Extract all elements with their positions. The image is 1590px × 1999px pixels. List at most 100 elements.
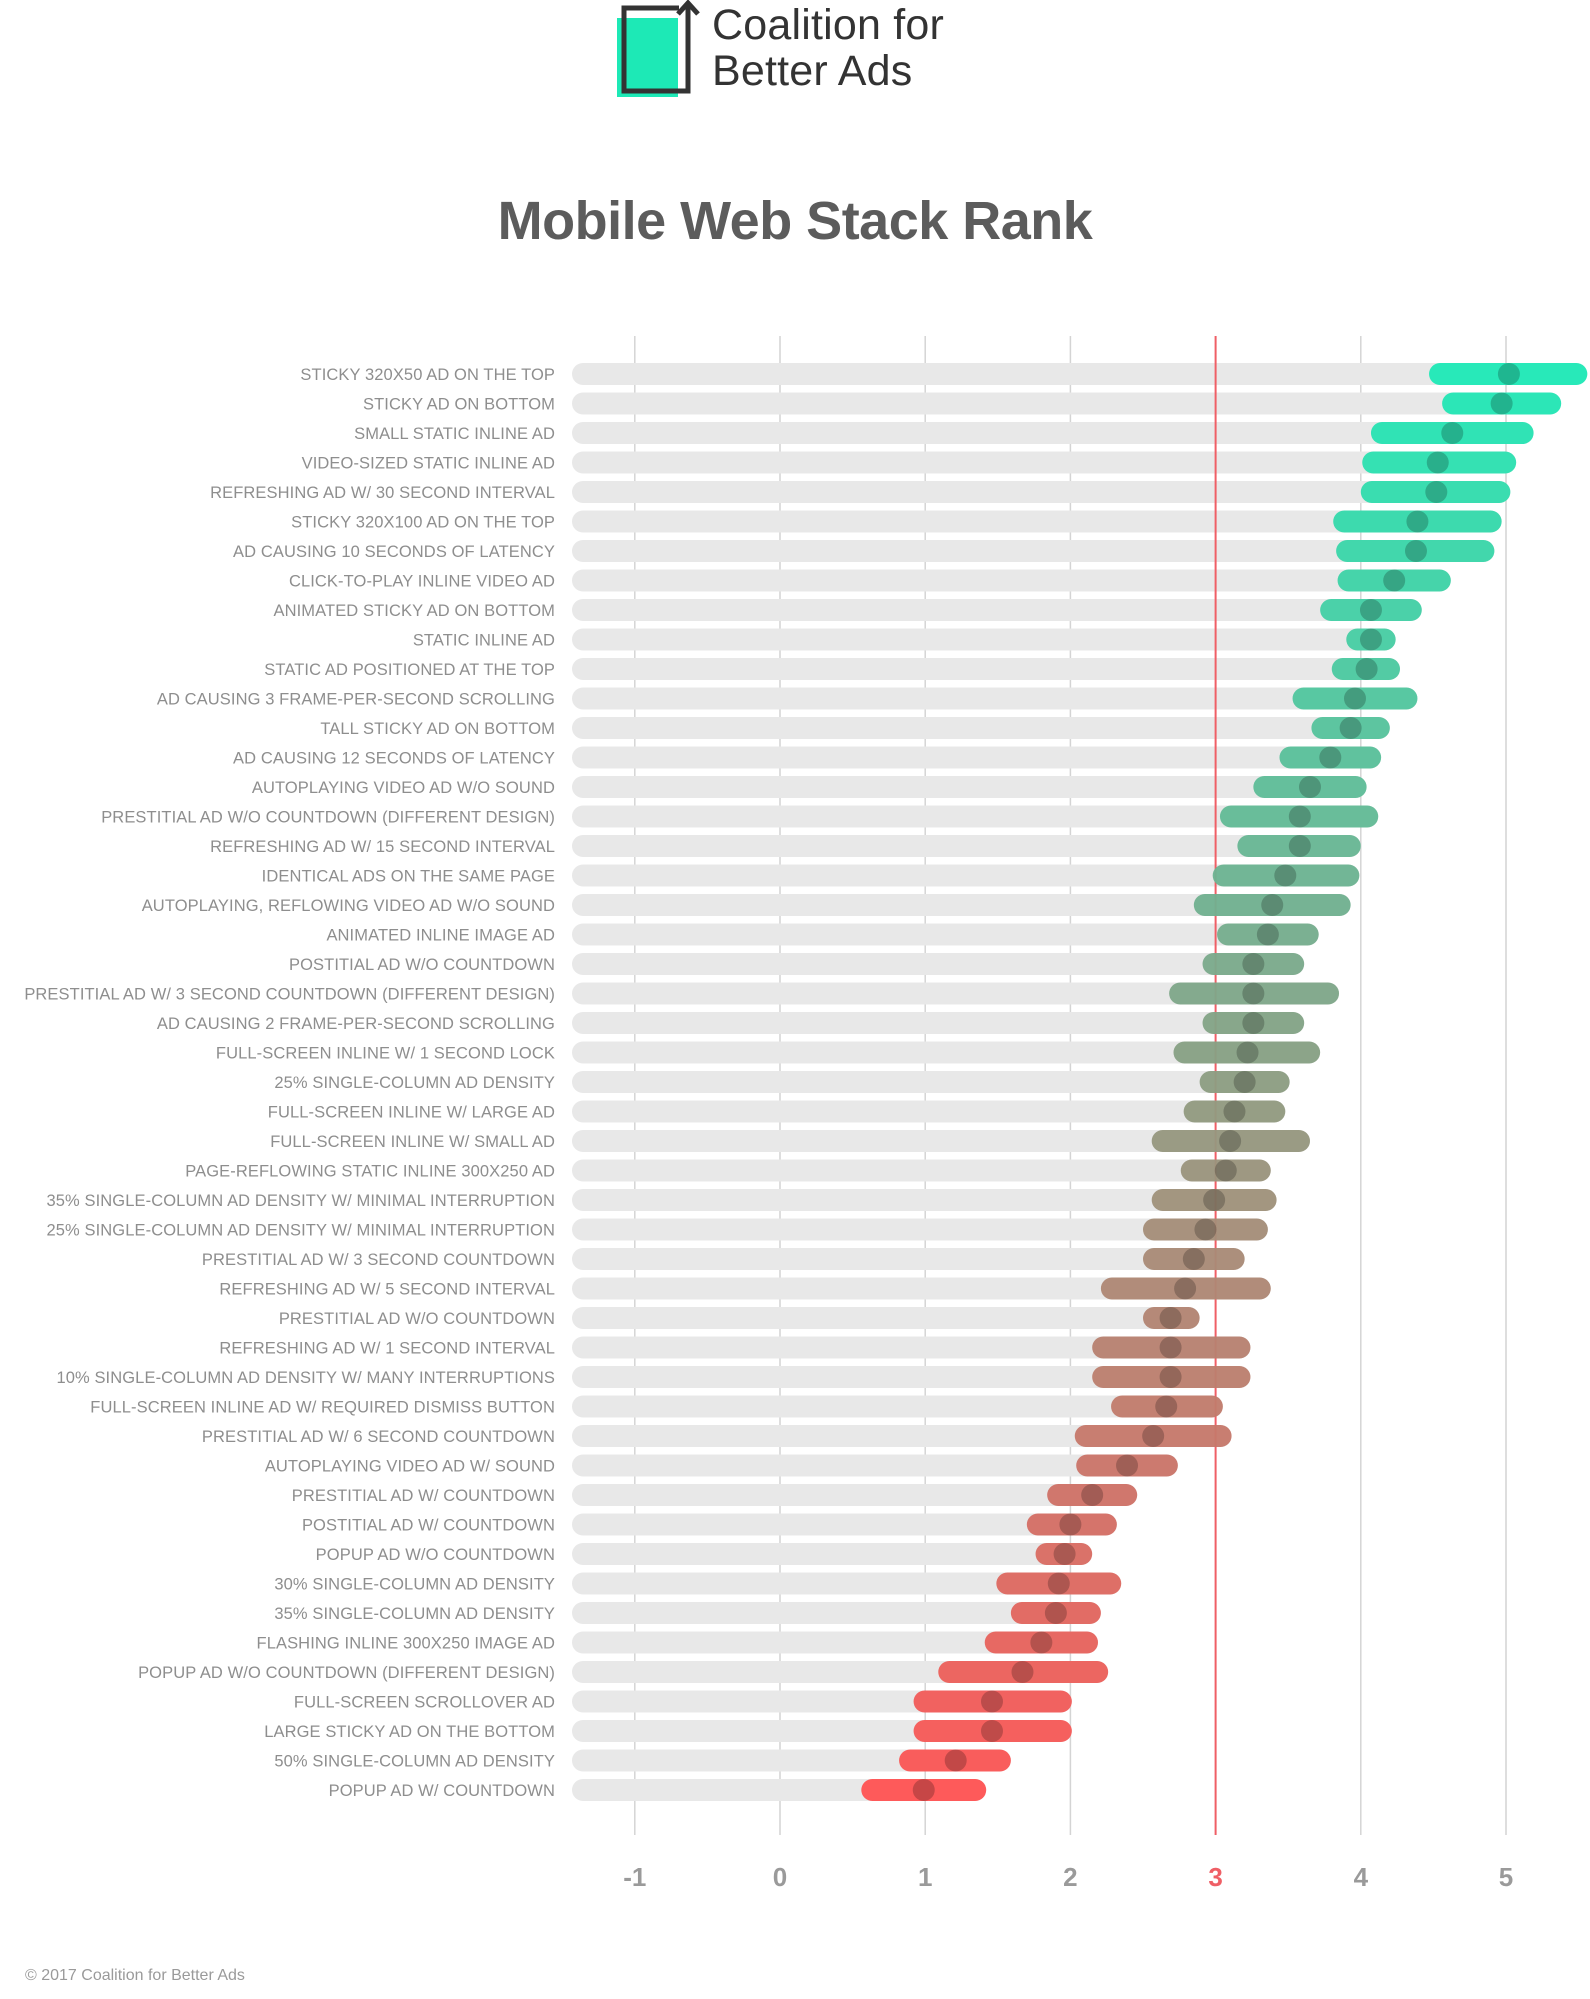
- row-label: 30% SINGLE-COLUMN AD DENSITY: [274, 1576, 555, 1594]
- row-track: [572, 1012, 1305, 1034]
- row-track: [572, 658, 1401, 680]
- row-label: AD CAUSING 10 SECONDS OF LATENCY: [233, 543, 555, 561]
- row-label: LARGE STICKY AD ON THE BOTTOM: [264, 1723, 555, 1741]
- mean-dot: [1339, 717, 1362, 739]
- row-track: [572, 569, 1451, 592]
- row-label: CLICK-TO-PLAY INLINE VIDEO AD: [289, 573, 555, 591]
- mean-dot: [1261, 894, 1284, 916]
- mean-dot: [1159, 1336, 1182, 1359]
- mean-dot: [1242, 1012, 1265, 1034]
- mean-dot: [1030, 1631, 1053, 1654]
- row-label: STATIC AD POSITIONED AT THE TOP: [264, 661, 555, 679]
- mean-dot: [1359, 628, 1382, 651]
- row-track: [572, 776, 1367, 798]
- row-label: PRESTITIAL AD W/ 6 SECOND COUNTDOWN: [202, 1428, 555, 1446]
- x-tick-label: 3: [1208, 1862, 1222, 1892]
- row-label: POPUP AD W/ COUNTDOWN: [329, 1782, 555, 1800]
- row-label: FULL-SCREEN INLINE W/ 1 SECOND LOCK: [216, 1045, 555, 1063]
- mean-dot: [1219, 1130, 1242, 1152]
- mean-dot: [1383, 569, 1406, 592]
- mean-dot: [1116, 1454, 1139, 1477]
- x-tick-label: 2: [1063, 1862, 1077, 1892]
- row-label: POPUP AD W/O COUNTDOWN: [316, 1546, 555, 1564]
- row-label: FULL-SCREEN INLINE W/ LARGE AD: [268, 1104, 555, 1122]
- row-label: PRESTITIAL AD W/O COUNTDOWN (DIFFERENT D…: [101, 809, 555, 827]
- row-label: POSTITIAL AD W/ COUNTDOWN: [302, 1517, 555, 1535]
- row-label: 25% SINGLE-COLUMN AD DENSITY W/ MINIMAL …: [46, 1222, 555, 1240]
- row-label: AUTOPLAYING, REFLOWING VIDEO AD W/O SOUN…: [142, 897, 555, 915]
- x-tick-label: 0: [773, 1862, 787, 1892]
- row-label: FLASHING INLINE 300X250 IMAGE AD: [257, 1635, 555, 1653]
- row-label: FULL-SCREEN INLINE W/ SMALL AD: [270, 1133, 555, 1151]
- mean-dot: [1081, 1484, 1104, 1506]
- row-track: [572, 923, 1319, 946]
- mean-dot: [944, 1749, 967, 1772]
- row-label: REFRESHING AD W/ 1 SECOND INTERVAL: [219, 1340, 555, 1358]
- row-label: STICKY 320X100 AD ON THE TOP: [291, 514, 555, 532]
- row-label: 50% SINGLE-COLUMN AD DENSITY: [274, 1753, 555, 1771]
- row-label: STICKY 320X50 AD ON THE TOP: [300, 366, 555, 384]
- mean-dot: [1053, 1543, 1076, 1565]
- row-label: 35% SINGLE-COLUMN AD DENSITY W/ MINIMAL …: [46, 1192, 555, 1210]
- mean-dot: [1047, 1572, 1070, 1595]
- row-track: [572, 1071, 1290, 1093]
- row-label: STICKY AD ON BOTTOM: [363, 396, 555, 414]
- row-label: AUTOPLAYING VIDEO AD W/ SOUND: [265, 1458, 555, 1476]
- mean-dot: [1159, 1366, 1182, 1388]
- row-label: ANIMATED INLINE IMAGE AD: [326, 927, 555, 945]
- copyright-footer: © 2017 Coalition for Better Ads: [25, 1967, 245, 1984]
- mean-dot: [1174, 1277, 1197, 1300]
- mean-dot: [1242, 953, 1265, 975]
- mean-dot: [1274, 864, 1297, 887]
- row-track: [572, 1307, 1200, 1329]
- mean-dot: [1159, 1307, 1182, 1329]
- x-tick-label: 4: [1354, 1862, 1369, 1892]
- row-labels: STICKY 320X50 AD ON THE TOP STICKY AD ON …: [24, 366, 555, 1800]
- mean-dot: [1288, 805, 1311, 828]
- row-label: PAGE-REFLOWING STATIC INLINE 300X250 AD: [185, 1163, 555, 1181]
- mean-dot: [1288, 835, 1311, 857]
- mean-dot: [1406, 510, 1429, 533]
- row-label: REFRESHING AD W/ 30 SECOND INTERVAL: [210, 484, 555, 502]
- row-label: 10% SINGLE-COLUMN AD DENSITY W/ MANY INT…: [56, 1369, 555, 1387]
- mean-dot: [1233, 1071, 1256, 1093]
- mean-dot: [1425, 481, 1448, 503]
- mean-dot: [1242, 982, 1265, 1005]
- row-label: 35% SINGLE-COLUMN AD DENSITY: [274, 1605, 555, 1623]
- row-label: FULL-SCREEN INLINE AD W/ REQUIRED DISMIS…: [90, 1399, 555, 1417]
- row-label: FULL-SCREEN SCROLLOVER AD: [294, 1694, 555, 1712]
- row-label: POPUP AD W/O COUNTDOWN (DIFFERENT DESIGN…: [138, 1664, 555, 1682]
- row-label: AD CAUSING 3 FRAME-PER-SECOND SCROLLING: [157, 691, 555, 709]
- row-label: TALL STICKY AD ON BOTTOM: [320, 720, 555, 738]
- row-label: PRESTITIAL AD W/ COUNTDOWN: [292, 1487, 555, 1505]
- mean-dot: [1214, 1159, 1237, 1182]
- mean-dot: [980, 1690, 1003, 1713]
- mean-dot: [1044, 1602, 1067, 1624]
- row-track: [572, 953, 1305, 975]
- mean-dot: [1203, 1189, 1226, 1211]
- x-axis-ticks: -1 0 1 2 3 4 5: [623, 1862, 1513, 1892]
- row-label: AD CAUSING 2 FRAME-PER-SECOND SCROLLING: [157, 1015, 555, 1033]
- row-label: VIDEO-SIZED STATIC INLINE AD: [302, 455, 555, 473]
- mean-dot: [1359, 599, 1382, 621]
- row-label: AUTOPLAYING VIDEO AD W/O SOUND: [252, 779, 555, 797]
- row-label: REFRESHING AD W/ 5 SECOND INTERVAL: [219, 1281, 555, 1299]
- row-track: [572, 392, 1562, 415]
- row-label: SMALL STATIC INLINE AD: [354, 425, 555, 443]
- row-track: [572, 1100, 1286, 1123]
- row-label: POSTITIAL AD W/O COUNTDOWN: [289, 956, 555, 974]
- row-label: ANIMATED STICKY AD ON BOTTOM: [273, 602, 555, 620]
- row-label: STATIC INLINE AD: [413, 632, 555, 650]
- row-label: PRESTITIAL AD W/ 3 SECOND COUNTDOWN: [202, 1251, 555, 1269]
- mean-dot: [912, 1779, 935, 1801]
- mean-dot: [1497, 363, 1520, 385]
- mean-dot: [1142, 1425, 1165, 1447]
- mean-dot: [1256, 923, 1279, 946]
- mean-dot: [1182, 1248, 1205, 1270]
- mean-dot: [1223, 1100, 1246, 1123]
- row-label: PRESTITIAL AD W/O COUNTDOWN: [279, 1310, 555, 1328]
- mean-dot: [1194, 1218, 1217, 1241]
- x-tick-label: 5: [1499, 1862, 1513, 1892]
- row-label: IDENTICAL ADS ON THE SAME PAGE: [262, 868, 555, 886]
- mean-dot: [1298, 776, 1321, 798]
